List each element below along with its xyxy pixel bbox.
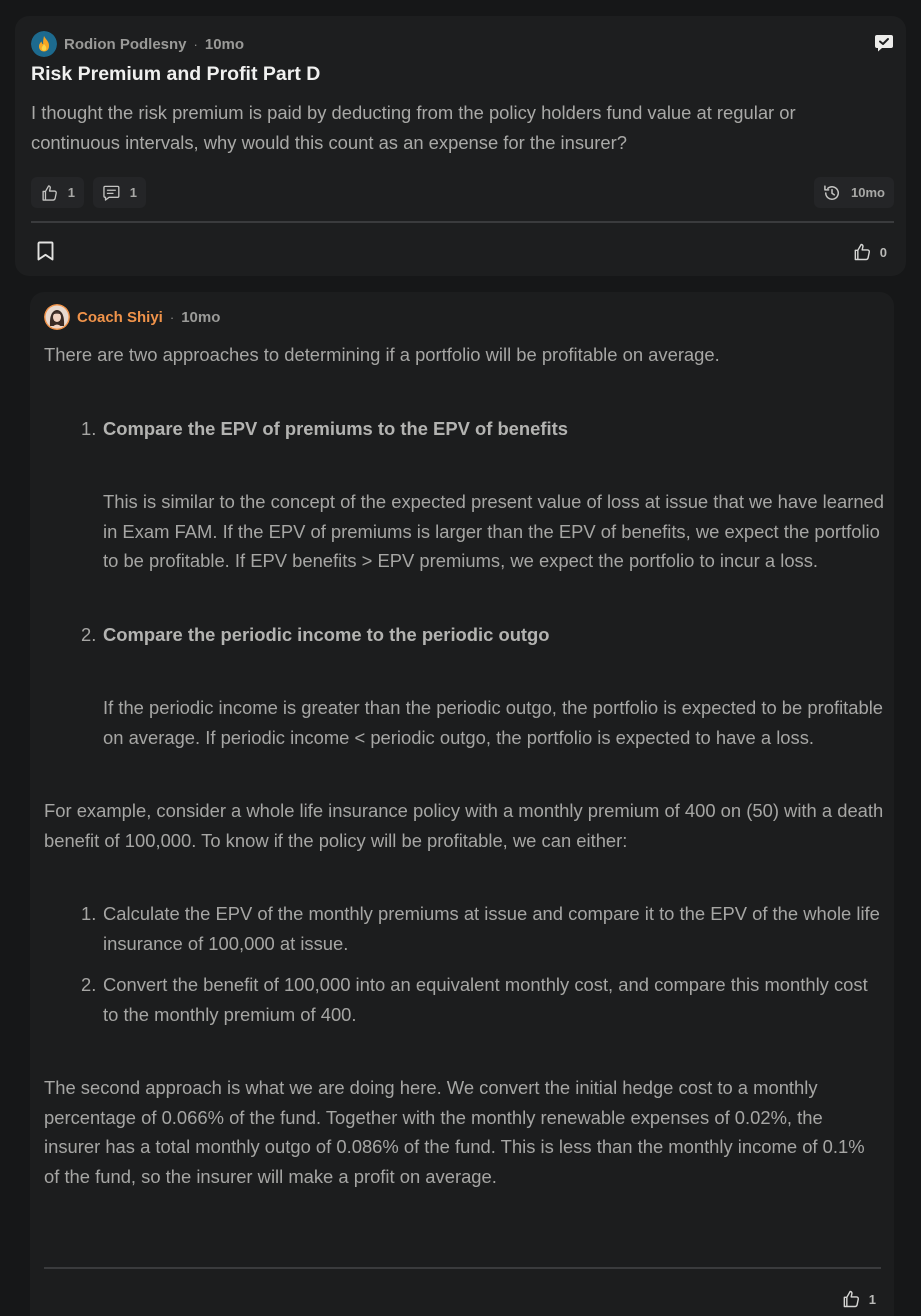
question-post-card: Rodion Podlesny · 10mo Risk Premium and …	[15, 16, 906, 276]
thumbs-up-icon	[42, 184, 57, 201]
reply-intro: There are two approaches to determining …	[44, 344, 720, 365]
coach-avatar[interactable]	[44, 304, 70, 330]
upvote-button[interactable]: 0	[852, 242, 887, 262]
history-icon	[824, 184, 839, 200]
post-title: Risk Premium and Profit Part D	[31, 63, 321, 85]
coach-name[interactable]: Coach Shiyi	[77, 309, 163, 326]
bookmark-icon[interactable]	[36, 241, 55, 266]
author-name[interactable]: Rodion Podlesny	[64, 36, 187, 53]
separator-dot: ·	[169, 309, 175, 325]
approach-title: Compare the periodic income to the perio…	[103, 623, 550, 645]
resolved-chat-icon[interactable]	[874, 33, 894, 53]
approach-item: 1. Compare the EPV of premiums to the EP…	[44, 414, 884, 444]
post-body: I thought the risk premium is paid by de…	[31, 102, 796, 153]
author-avatar[interactable]	[31, 31, 57, 57]
discussion-page: Rodion Podlesny · 10mo Risk Premium and …	[0, 0, 921, 1316]
step-item: 1. Calculate the EPV of the monthly prem…	[44, 899, 884, 958]
history-button[interactable]: 10mo	[814, 177, 894, 208]
list-number: 1.	[81, 417, 97, 439]
thumbs-up-icon	[843, 1290, 859, 1308]
divider	[31, 221, 894, 223]
post-time: 10mo	[204, 35, 245, 53]
upvote-count: 0	[879, 244, 887, 260]
list-number: 2.	[81, 974, 97, 995]
reply-time: 10mo	[181, 308, 221, 326]
divider	[44, 1267, 881, 1269]
comment-count: 1	[129, 185, 137, 200]
approach-title: Compare the EPV of premiums to the EPV o…	[103, 417, 568, 439]
approach-detail: This is similar to the concept of the ex…	[103, 491, 885, 571]
separator-dot: ·	[193, 36, 198, 52]
conclusion-paragraph: The second approach is what we are doing…	[44, 1077, 865, 1187]
comment-button[interactable]: 1	[93, 177, 146, 208]
like-button[interactable]: 1	[31, 177, 84, 208]
approach-detail: If the periodic income is greater than t…	[103, 697, 884, 748]
reply-upvote-button[interactable]: 1	[841, 1289, 876, 1309]
thumbs-up-icon	[854, 243, 870, 261]
history-time: 10mo	[851, 185, 885, 200]
list-number: 1.	[81, 903, 97, 924]
reply-upvote-count: 1	[868, 1291, 876, 1307]
example-paragraph: For example, consider a whole life insur…	[44, 800, 884, 851]
list-number: 2.	[81, 623, 97, 645]
approach-item: 2. Compare the periodic income to the pe…	[44, 620, 884, 650]
coach-reply-card: Coach Shiyi · 10mo There are two approac…	[30, 292, 894, 1316]
comment-icon	[103, 185, 120, 201]
step-text: Calculate the EPV of the monthly premium…	[103, 903, 880, 954]
reply-author-row: Coach Shiyi · 10mo	[44, 304, 220, 330]
post-author-row: Rodion Podlesny · 10mo	[31, 31, 244, 57]
reply-content: There are two approaches to determining …	[44, 340, 884, 1191]
step-text: Convert the benefit of 100,000 into an e…	[103, 974, 868, 1025]
like-count: 1	[67, 185, 75, 200]
step-item: 2. Convert the benefit of 100,000 into a…	[44, 970, 884, 1029]
